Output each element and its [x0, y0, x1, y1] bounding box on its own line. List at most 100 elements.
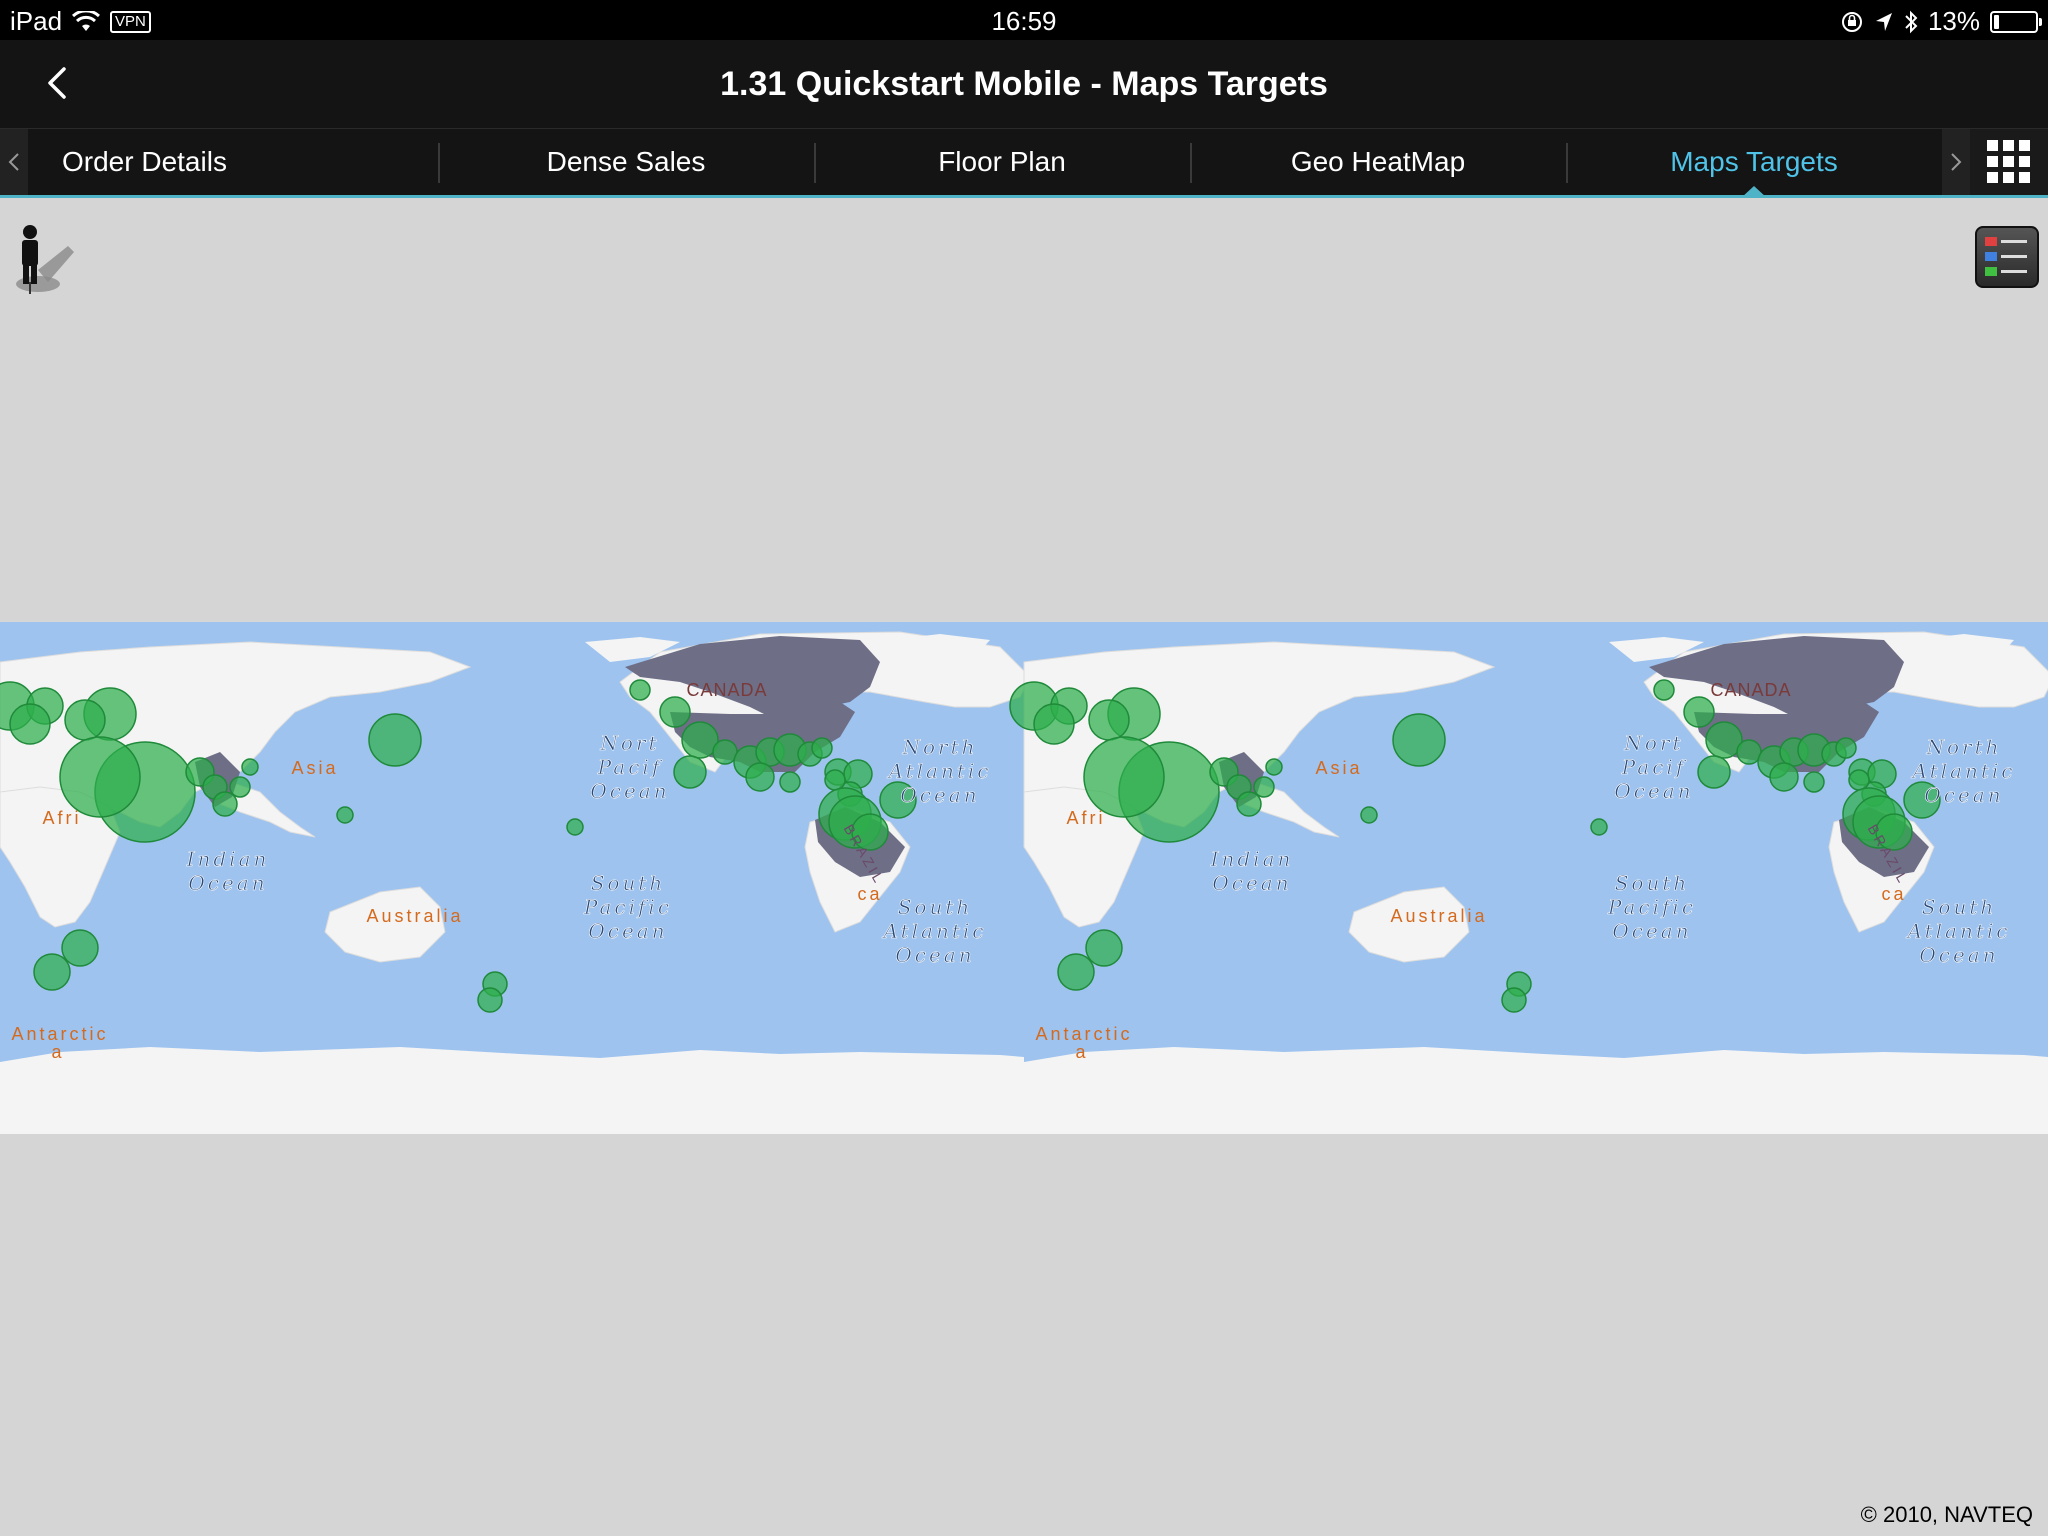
- target-marker[interactable]: [1085, 929, 1123, 967]
- target-marker[interactable]: [1501, 987, 1527, 1013]
- label-south-america-fragment-repeat: ca: [1881, 884, 1906, 904]
- target-marker[interactable]: [1057, 953, 1095, 991]
- person-icon: [16, 225, 74, 294]
- label-north-atlantic-3: Ocean: [900, 783, 979, 807]
- chevron-right-icon: [1951, 153, 1962, 171]
- target-marker[interactable]: [1236, 791, 1262, 817]
- back-button[interactable]: [32, 58, 82, 108]
- tab-order-details[interactable]: Order Details: [28, 129, 438, 195]
- target-marker[interactable]: [811, 737, 833, 759]
- tab-label: Dense Sales: [546, 146, 706, 177]
- target-marker[interactable]: [212, 791, 238, 817]
- tab-bar: Order Details Dense Sales Floor Plan Geo…: [0, 129, 2048, 198]
- tab-maps-targets[interactable]: Maps Targets: [1566, 129, 1942, 198]
- tab-dense-sales[interactable]: Dense Sales: [438, 129, 814, 195]
- legend-icon: [1985, 237, 2027, 276]
- target-marker[interactable]: [229, 776, 251, 798]
- label-south-atlantic-3: Ocean: [895, 943, 974, 967]
- target-marker[interactable]: [1848, 769, 1870, 791]
- navigation-bar: 1.31 Quickstart Mobile - Maps Targets: [0, 40, 2048, 129]
- label-antarctica-1: Antarctic: [11, 1024, 108, 1044]
- label-indian-2: Ocean: [188, 871, 267, 895]
- label-south-atlantic-1-repeat: South: [1922, 895, 1997, 919]
- chevron-left-icon: [8, 153, 19, 171]
- label-south-pacific-3-repeat: Ocean: [1612, 919, 1691, 943]
- label-north-atlantic-2-repeat: Atlantic: [1911, 759, 2016, 783]
- label-north-pacific-2-repeat: Pacif: [1621, 755, 1687, 779]
- target-marker[interactable]: [61, 929, 99, 967]
- label-australia-repeat: Australia: [1390, 906, 1487, 926]
- label-north-pacific-1: Nort: [599, 731, 659, 755]
- rotation-lock-icon: [1841, 11, 1862, 32]
- label-south-atlantic-2-repeat: Atlantic: [1906, 919, 2011, 943]
- map-copyright: © 2010, NAVTEQ: [1860, 1502, 2033, 1527]
- label-asia: Asia: [291, 758, 338, 778]
- tab-label: Floor Plan: [938, 146, 1066, 177]
- target-marker[interactable]: [1265, 758, 1283, 776]
- tab-scroll-left-button[interactable]: [0, 129, 28, 195]
- label-south-pacific-1: South: [591, 871, 666, 895]
- app-grid-button[interactable]: [1970, 129, 2048, 195]
- label-south-pacific-2-repeat: Pacific: [1607, 895, 1696, 919]
- label-africa: Afri: [43, 808, 82, 828]
- label-south-america-fragment: ca: [857, 884, 882, 904]
- bluetooth-icon: [1905, 10, 1918, 33]
- label-antarctica-2: a: [51, 1042, 64, 1062]
- grid-icon: [1987, 140, 2030, 183]
- label-canada-repeat: CANADA: [1710, 680, 1791, 700]
- location-icon: [1875, 12, 1892, 31]
- tab-label: Maps Targets: [1670, 146, 1838, 177]
- target-marker[interactable]: [824, 769, 846, 791]
- target-marker[interactable]: [477, 987, 503, 1013]
- label-north-atlantic-1-repeat: North: [1925, 735, 2001, 759]
- world-map[interactable]: CANADA CANADA Asia Asia Afri Afri Austra…: [0, 622, 2048, 1134]
- target-marker[interactable]: [1835, 737, 1857, 759]
- target-marker[interactable]: [1590, 818, 1608, 836]
- target-marker[interactable]: [1803, 771, 1825, 793]
- label-north-pacific-3: Ocean: [590, 779, 669, 803]
- target-marker[interactable]: [64, 699, 106, 741]
- target-marker[interactable]: [9, 703, 51, 745]
- tab-geo-heatmap[interactable]: Geo HeatMap: [1190, 129, 1566, 195]
- legend-button[interactable]: [1975, 226, 2039, 288]
- target-marker[interactable]: [368, 713, 422, 767]
- target-marker[interactable]: [673, 755, 707, 789]
- label-north-atlantic-2: Atlantic: [887, 759, 992, 783]
- target-marker[interactable]: [629, 679, 651, 701]
- target-marker[interactable]: [1033, 703, 1075, 745]
- target-marker[interactable]: [336, 806, 354, 824]
- target-marker[interactable]: [566, 818, 584, 836]
- chevron-left-icon: [48, 67, 66, 99]
- label-north-atlantic-1: North: [901, 735, 977, 759]
- label-asia-repeat: Asia: [1315, 758, 1362, 778]
- target-marker[interactable]: [1083, 736, 1165, 818]
- target-marker[interactable]: [1683, 696, 1715, 728]
- target-marker[interactable]: [1697, 755, 1731, 789]
- label-north-pacific-3-repeat: Ocean: [1614, 779, 1693, 803]
- target-marker[interactable]: [1653, 679, 1675, 701]
- label-south-atlantic-2: Atlantic: [882, 919, 987, 943]
- tab-floor-plan[interactable]: Floor Plan: [814, 129, 1190, 195]
- target-marker[interactable]: [779, 771, 801, 793]
- tab-scroll-right-button[interactable]: [1942, 129, 1970, 195]
- label-indian-1-repeat: Indian: [1210, 847, 1294, 871]
- label-north-atlantic-3-repeat: Ocean: [1924, 783, 2003, 807]
- target-marker[interactable]: [1392, 713, 1446, 767]
- label-canada: CANADA: [686, 680, 767, 700]
- label-south-atlantic-3-repeat: Ocean: [1919, 943, 1998, 967]
- target-marker[interactable]: [1360, 806, 1378, 824]
- target-marker[interactable]: [1253, 776, 1275, 798]
- target-marker[interactable]: [59, 736, 141, 818]
- label-indian-1: Indian: [186, 847, 270, 871]
- target-marker[interactable]: [241, 758, 259, 776]
- target-marker[interactable]: [33, 953, 71, 991]
- label-antarctica-1-repeat: Antarctic: [1035, 1024, 1132, 1044]
- label-south-pacific-3: Ocean: [588, 919, 667, 943]
- target-marker[interactable]: [659, 696, 691, 728]
- street-view-person-button[interactable]: [8, 222, 78, 294]
- status-bar: iPad VPN 16:59 13%: [0, 0, 2048, 40]
- target-marker[interactable]: [1088, 699, 1130, 741]
- tab-label: Order Details: [62, 146, 227, 177]
- target-marker[interactable]: [1769, 762, 1799, 792]
- target-marker[interactable]: [745, 762, 775, 792]
